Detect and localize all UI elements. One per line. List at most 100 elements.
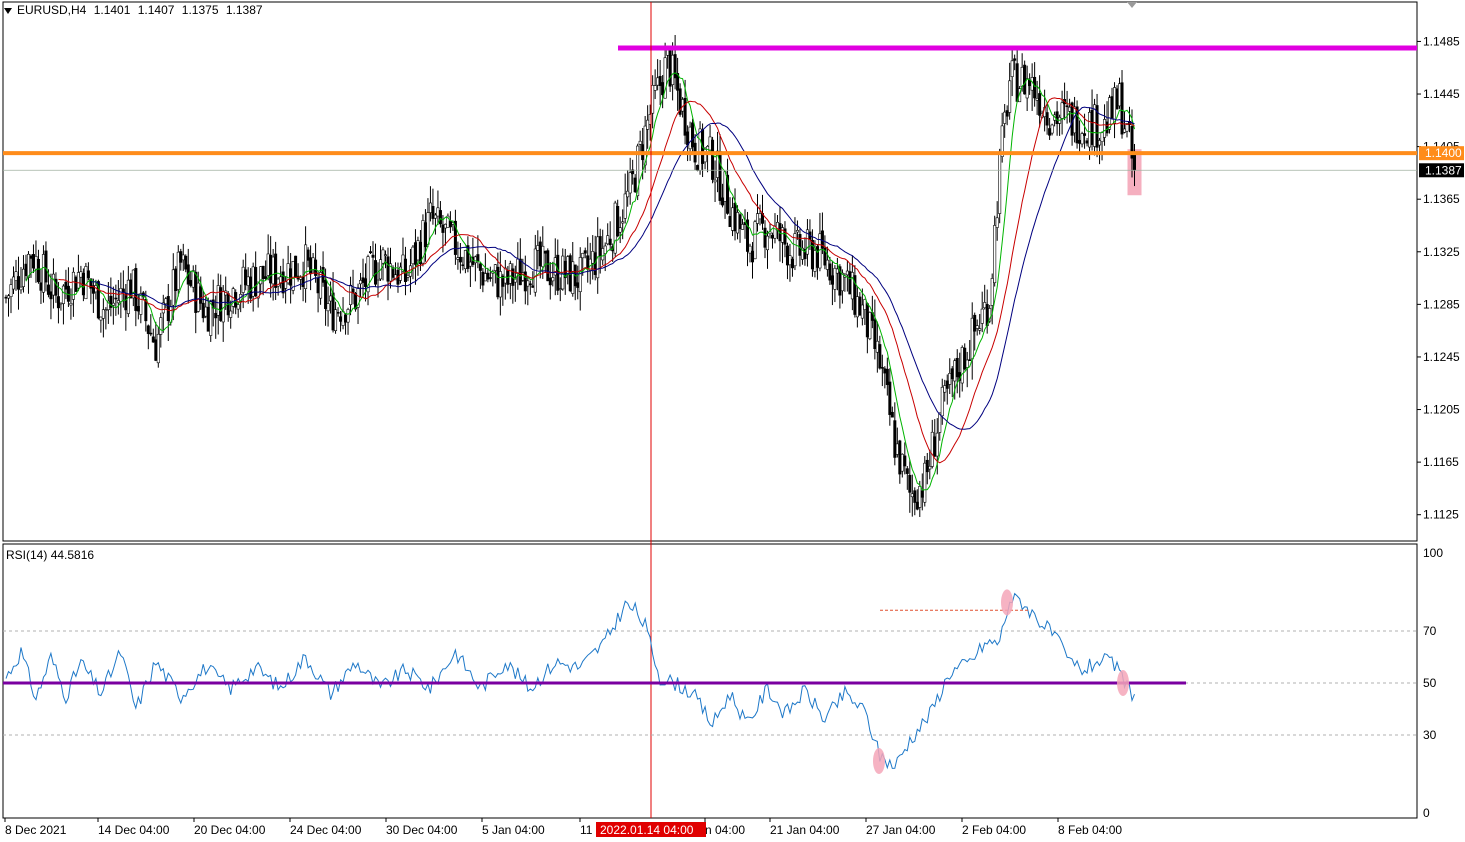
candle-body	[763, 227, 767, 248]
candle-body	[910, 493, 914, 498]
rsi-line	[5, 592, 1135, 770]
time-axis-label: 24 Dec 04:00	[290, 823, 362, 837]
candle-body	[119, 288, 123, 302]
candle-body	[975, 325, 979, 329]
candle-body	[793, 233, 797, 267]
candle-body	[785, 245, 789, 266]
candle-body	[309, 257, 313, 275]
candle-body	[863, 299, 867, 310]
candle-body	[1083, 133, 1087, 136]
candle-body	[1045, 112, 1049, 126]
candle-body	[64, 281, 68, 290]
candle-body	[461, 264, 465, 267]
price-axis-label: 1.1325	[1423, 245, 1460, 259]
candle-body	[1013, 58, 1017, 61]
rsi-current-marker	[1117, 670, 1129, 696]
candle-body	[381, 249, 385, 264]
candle-body	[758, 213, 762, 220]
candle-body	[1065, 105, 1069, 108]
candle-body	[1118, 83, 1122, 107]
candle-body	[825, 259, 829, 270]
candle-body	[438, 210, 442, 225]
candle-body	[613, 202, 617, 254]
candle-body	[698, 128, 702, 171]
candle-body	[59, 302, 63, 305]
candle-body	[603, 245, 607, 254]
candle-body	[1110, 96, 1114, 119]
candle-body	[214, 312, 218, 319]
candle-body	[543, 250, 547, 254]
candle-body	[753, 221, 757, 260]
candle-body	[923, 462, 927, 503]
shift-marker-icon[interactable]	[1127, 2, 1137, 8]
candle-body	[960, 347, 964, 384]
time-axis-label: n 04:00	[705, 823, 745, 837]
candle-body	[134, 268, 138, 311]
candle-body	[6, 295, 10, 299]
candle-body	[26, 253, 30, 278]
candle-body	[189, 280, 193, 286]
candle-body	[948, 373, 952, 385]
ohlc-close: 1.1387	[225, 3, 263, 17]
candle-body	[341, 311, 345, 326]
candle-body	[383, 254, 387, 257]
candle-body	[731, 207, 735, 231]
candle-body	[406, 275, 410, 278]
ohlc-high: 1.1407	[137, 3, 175, 17]
candle-body	[114, 297, 118, 300]
candle-body	[284, 281, 288, 289]
candle-body	[426, 212, 430, 245]
candle-body	[661, 82, 665, 96]
candle-body	[1050, 124, 1054, 134]
candle-body	[628, 172, 632, 194]
candle-body	[4, 296, 8, 299]
candle-body	[51, 273, 55, 296]
candle-body	[903, 455, 907, 467]
candle-body	[918, 486, 922, 508]
candle-body	[413, 242, 417, 265]
candle-body	[933, 436, 937, 457]
symbol-label: EURUSD,H4	[17, 3, 87, 17]
candle-body	[179, 251, 183, 263]
candle-body	[883, 368, 887, 374]
candle-body	[598, 236, 602, 257]
candle-body	[339, 316, 343, 322]
candle-body	[166, 296, 170, 322]
candle-body	[728, 216, 732, 228]
candle-body	[99, 316, 103, 321]
time-axis-label: 8 Feb 04:00	[1058, 823, 1122, 837]
candle-body	[945, 380, 949, 389]
candle-body	[34, 256, 38, 270]
ohlc-open: 1.1401	[93, 3, 131, 17]
candle-body	[581, 252, 585, 259]
candle-body	[638, 140, 642, 145]
candle-body	[688, 126, 692, 150]
candle-body	[401, 254, 405, 272]
candle-body	[294, 255, 298, 278]
candle-body	[1070, 102, 1074, 136]
candle-body	[201, 302, 205, 319]
candle-body	[953, 360, 957, 382]
candle-body	[331, 292, 335, 331]
candle-body	[601, 248, 605, 261]
candle-body	[36, 258, 40, 283]
candle-body	[668, 50, 672, 87]
candle-body	[860, 304, 864, 319]
candle-body	[606, 235, 610, 245]
chart-window[interactable]: 1.14851.14451.14051.13651.13251.12851.12…	[0, 0, 1465, 839]
chart-canvas[interactable]: 1.14851.14451.14051.13651.13251.12851.12…	[0, 0, 1465, 839]
candle-body	[503, 267, 507, 284]
candle-body	[915, 501, 919, 510]
candle-body	[191, 270, 195, 288]
candle-body	[436, 207, 440, 217]
candle-body	[334, 309, 338, 331]
candle-body	[798, 234, 802, 256]
candle-body	[733, 202, 737, 232]
candle-body	[1055, 111, 1059, 125]
candle-body	[840, 272, 844, 292]
candle-body	[441, 224, 445, 233]
symbol-dropdown-icon[interactable]	[4, 7, 12, 14]
candle-body	[369, 251, 373, 254]
candle-body	[159, 317, 163, 335]
candle-body	[306, 249, 310, 261]
